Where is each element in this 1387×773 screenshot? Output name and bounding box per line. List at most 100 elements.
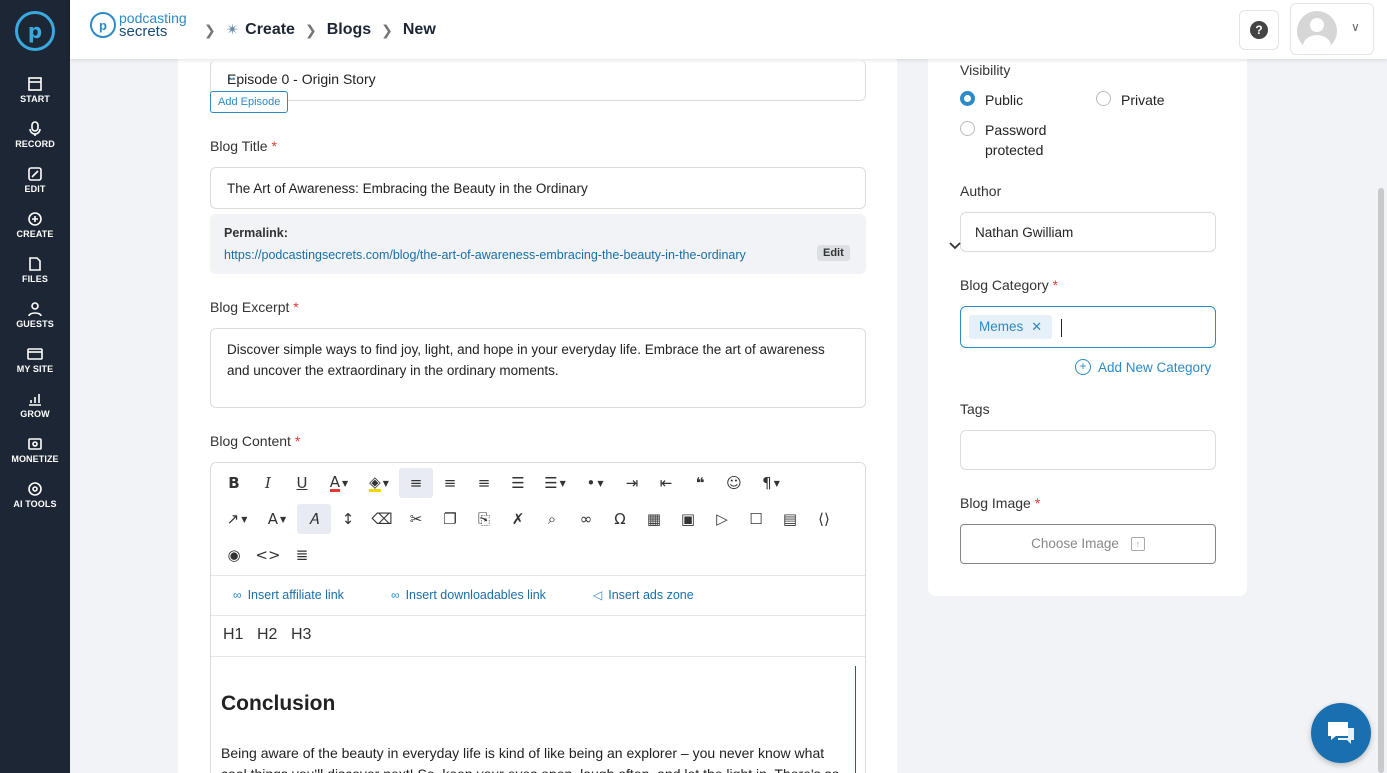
code-view-icon[interactable]: <> [251,540,285,570]
clear-format-icon[interactable]: 𝐴 [297,504,331,534]
editor-content[interactable]: Conclusion Being aware of the beauty in … [211,666,856,773]
chat-widget-button[interactable] [1311,703,1371,763]
bold-icon[interactable]: B [217,468,251,498]
blog-category-label: Blog Category * [960,277,1059,293]
permalink-box: Permalink: https://podcastingsecrets.com… [210,214,866,274]
help-button[interactable]: ? [1239,10,1279,50]
breadcrumb-blogs[interactable]: Blogs [327,21,371,39]
avatar [1297,11,1337,51]
user-menu-button[interactable]: ∨ [1290,3,1374,55]
ordered-list-icon[interactable]: ☰ ▼ [535,468,575,498]
align-center-icon[interactable]: ≡ [433,468,467,498]
underline-icon[interactable]: U [285,468,319,498]
h2-button[interactable]: H2 [257,626,277,644]
category-chip: Memes ✕ [969,315,1053,339]
font-family-icon[interactable]: A ▼ [257,504,297,534]
choose-image-button[interactable]: Choose Image ↑ [960,524,1216,564]
author-select[interactable]: Nathan Gwilliam [949,212,1216,252]
brand-logo[interactable]: p podcasting secrets [90,11,187,39]
insert-links-bar: ∞ Insert affiliate link ∞ Insert downloada… [211,575,865,616]
grow-icon [0,389,70,407]
tags-label: Tags [960,401,990,417]
heading-bar: H1 H2 H3 [211,616,865,657]
cut-icon[interactable]: ✂ [399,504,433,534]
toolbar-row-1: B I U A ▼ ◈ ▼ ≡ ≡ ≡ ☰ ☰ ▼ • ▼ ⇥ ⇤ ❝ ☺ ¶ ▼ [217,467,791,499]
breadcrumb-create[interactable]: Create [245,21,295,39]
breadcrumb: ❯ ✴ Create ❯ Blogs ❯ New [204,20,436,40]
align-right-icon[interactable]: ≡ [467,468,501,498]
chevron-right-icon: ❯ [204,21,216,38]
font-size-icon[interactable]: ↗ ▼ [217,504,257,534]
video-icon[interactable]: ▷ [705,504,739,534]
sidebar-item-ai-tools[interactable]: AI TOOLS [0,479,70,509]
select-all-icon[interactable]: ≣ [285,540,319,570]
tags-input[interactable] [960,430,1216,470]
eraser-icon[interactable]: ⌫ [365,504,399,534]
create-icon [0,209,70,227]
embed-icon[interactable]: ⟨⟩ [807,504,841,534]
h1-button[interactable]: H1 [223,626,243,644]
app-logo[interactable]: p [15,11,55,51]
unordered-list-icon[interactable]: • ▼ [575,468,615,498]
blog-form: Episode 0 - Origin Story ⌄ Add Episode B… [178,40,897,773]
sidebar-item-create[interactable]: CREATE [0,209,70,239]
h3-button[interactable]: H3 [291,626,311,644]
file-icon[interactable]: ☐ [739,504,773,534]
visibility-password-radio[interactable]: Password protected [960,120,1080,160]
sidebar-item-start[interactable]: START [0,74,70,104]
add-episode-button[interactable]: Add Episode [210,91,289,113]
search-icon[interactable]: ⌕ [535,504,569,534]
blog-image-label: Blog Image * [960,495,1041,511]
text-color-icon[interactable]: A ▼ [319,468,359,498]
sidebar-item-grow[interactable]: GROW [0,389,70,419]
rich-text-editor: B I U A ▼ ◈ ▼ ≡ ≡ ≡ ☰ ☰ ▼ • ▼ ⇥ ⇤ ❝ ☺ ¶ ▼ ↗ ▼ … [210,462,866,773]
preview-icon[interactable]: ◉ [217,540,251,570]
paste-icon[interactable]: ⎘ [467,504,501,534]
episode-select[interactable]: Episode 0 - Origin Story ⌄ [210,60,866,101]
chevron-right-icon: ❯ [304,21,317,38]
blog-title-input[interactable]: The Art of Awareness: Embracing the Beau… [210,167,866,209]
template-icon[interactable]: ▤ [773,504,807,534]
blog-excerpt-textarea[interactable]: Discover simple ways to find joy, light,… [210,328,866,408]
ai-tools-icon [0,479,70,497]
create-icon: ✴ [225,22,240,39]
blockquote-icon[interactable]: ❝ [683,468,717,498]
sidebar-item-monetize[interactable]: MONETIZE [0,434,70,464]
link-icon[interactable]: ∞ [569,504,603,534]
sidebar-item-record[interactable]: RECORD [0,119,70,149]
table-icon[interactable]: ▦ [637,504,671,534]
blog-category-input[interactable]: Memes ✕ [960,306,1216,348]
highlight-color-icon[interactable]: ◈ ▼ [359,468,399,498]
sidebar-item-guests[interactable]: GUESTS [0,299,70,329]
special-char-icon[interactable]: Ω [603,504,637,534]
insert-downloadables-link-button[interactable]: ∞ Insert downloadables link [391,588,546,602]
visibility-public-radio[interactable]: Public [960,90,1023,110]
sidebar-item-files[interactable]: FILES [0,254,70,284]
insert-ads-zone-button[interactable]: ◁ Insert ads zone [593,588,694,602]
italic-icon[interactable]: I [251,468,285,498]
align-left-icon[interactable]: ≡ [399,468,433,498]
close-icon[interactable]: ✕ [1031,319,1042,334]
sidebar-item-edit[interactable]: EDIT [0,164,70,194]
image-icon[interactable]: ▣ [671,504,705,534]
align-justify-icon[interactable]: ☰ [501,468,535,498]
chevron-right-icon: ❯ [381,21,393,38]
insert-affiliate-link-button[interactable]: ∞ Insert affiliate link [233,588,344,602]
visibility-private-radio[interactable]: Private [1096,90,1165,110]
link-icon: ∞ [391,588,400,602]
indent-icon[interactable]: ⇥ [615,468,649,498]
sidebar-item-my-site[interactable]: MY SITE [0,344,70,374]
guests-icon [0,299,70,317]
paragraph-format-icon[interactable]: ¶ ▼ [751,468,791,498]
permalink-edit-button[interactable]: Edit [817,245,850,261]
blog-excerpt-label: Blog Excerpt * [210,299,299,315]
files-icon [0,254,70,272]
permalink-link[interactable]: https://podcastingsecrets.com/blog/the-a… [224,248,746,262]
line-height-icon[interactable]: ↕ [331,504,365,534]
add-new-category-button[interactable]: + Add New Category [1075,359,1211,375]
outdent-icon[interactable]: ⇤ [649,468,683,498]
emoji-icon[interactable]: ☺ [717,468,751,498]
copy-icon[interactable]: ❐ [433,504,467,534]
remove-format-icon[interactable]: ✗ [501,504,535,534]
page-scrollbar[interactable] [1378,188,1384,773]
